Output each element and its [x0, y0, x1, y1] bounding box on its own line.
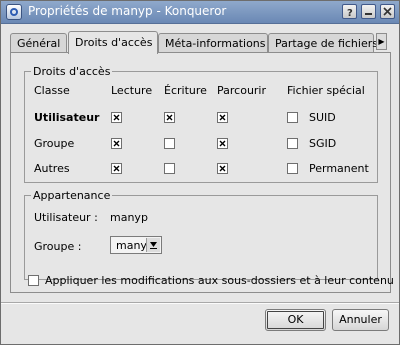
tab-file-sharing[interactable]: Partage de fichiers [268, 33, 378, 52]
ok-button[interactable]: OK [265, 309, 326, 331]
header-write: Écriture [164, 84, 207, 97]
sgid-label: SGID [309, 137, 337, 150]
ownership-group: Appartenance Utilisateur : manyp Groupe … [24, 189, 378, 280]
checkmark-icon [219, 140, 226, 147]
others-read-checkbox[interactable] [111, 163, 122, 174]
minimize-button[interactable] [361, 4, 376, 19]
header-class: Classe [34, 84, 70, 97]
owner-user-label: Utilisateur : [34, 211, 98, 224]
tab-meta-info[interactable]: Méta-informations [158, 33, 268, 52]
close-icon [383, 7, 392, 16]
konqueror-app-icon[interactable] [6, 4, 22, 20]
chevron-down-icon [146, 238, 160, 252]
owner-group-label: Groupe : [34, 240, 82, 253]
svg-text:?: ? [347, 8, 353, 18]
permissions-legend: Droits d'accès [31, 65, 113, 78]
sticky-checkbox[interactable] [287, 163, 298, 174]
close-button[interactable] [380, 4, 395, 19]
apply-recursive-label: Appliquer les modifications aux sous-dos… [45, 274, 394, 287]
row-label-group: Groupe [34, 137, 75, 150]
cancel-label: Annuler [339, 313, 382, 326]
window-title: Propriétés de manyp - Konqueror [28, 4, 227, 18]
user-browse-checkbox[interactable] [217, 112, 228, 123]
tab-scroll-right-button[interactable]: ▶ [376, 33, 387, 50]
checkmark-icon [219, 114, 226, 121]
tab-label: Général [17, 37, 61, 50]
row-label-user: Utilisateur [34, 111, 100, 124]
sgid-checkbox[interactable] [287, 138, 298, 149]
checkmark-icon [166, 114, 173, 121]
arrow-right-icon: ▶ [378, 37, 385, 46]
checkmark-icon [113, 114, 120, 121]
suid-label: SUID [309, 111, 336, 124]
ownership-legend: Appartenance [31, 189, 113, 202]
owner-user-value: manyp [110, 211, 148, 224]
checkmark-icon [113, 165, 120, 172]
tab-label: Droits d'accès [75, 36, 153, 49]
checkmark-icon [113, 140, 120, 147]
apply-recursive-checkbox[interactable] [28, 275, 39, 286]
group-read-checkbox[interactable] [111, 138, 122, 149]
tab-label: Partage de fichiers [275, 37, 378, 50]
others-browse-checkbox[interactable] [217, 163, 228, 174]
properties-dialog: Propriétés de manyp - Konqueror ? Généra… [0, 0, 400, 345]
button-separator [1, 302, 399, 304]
checkmark-icon [219, 165, 226, 172]
access-rights-panel: Droits d'accès Classe Lecture Écriture P… [10, 52, 394, 293]
header-read: Lecture [111, 84, 153, 97]
group-select[interactable]: manyp [110, 236, 162, 254]
user-read-checkbox[interactable] [111, 112, 122, 123]
minimize-icon [365, 13, 372, 15]
tab-bar: Général Droits d'accès Méta-informations… [10, 31, 390, 54]
header-browse: Parcourir [217, 84, 267, 97]
others-write-checkbox[interactable] [164, 163, 175, 174]
tab-general[interactable]: Général [10, 33, 67, 52]
tab-label: Méta-informations [165, 37, 266, 50]
ok-label: OK [287, 313, 304, 326]
title-bar[interactable]: Propriétés de manyp - Konqueror ? [1, 1, 399, 24]
group-write-checkbox[interactable] [164, 138, 175, 149]
help-icon: ? [347, 8, 353, 18]
tab-access-rights[interactable]: Droits d'accès [68, 31, 158, 54]
cancel-button[interactable]: Annuler [332, 309, 389, 331]
group-browse-checkbox[interactable] [217, 138, 228, 149]
suid-checkbox[interactable] [287, 112, 298, 123]
user-write-checkbox[interactable] [164, 112, 175, 123]
row-label-others: Autres [34, 162, 70, 175]
sticky-label: Permanent [309, 162, 369, 175]
help-button[interactable]: ? [342, 4, 357, 19]
permissions-group: Droits d'accès Classe Lecture Écriture P… [24, 65, 378, 183]
header-special: Fichier spécial [287, 84, 365, 97]
